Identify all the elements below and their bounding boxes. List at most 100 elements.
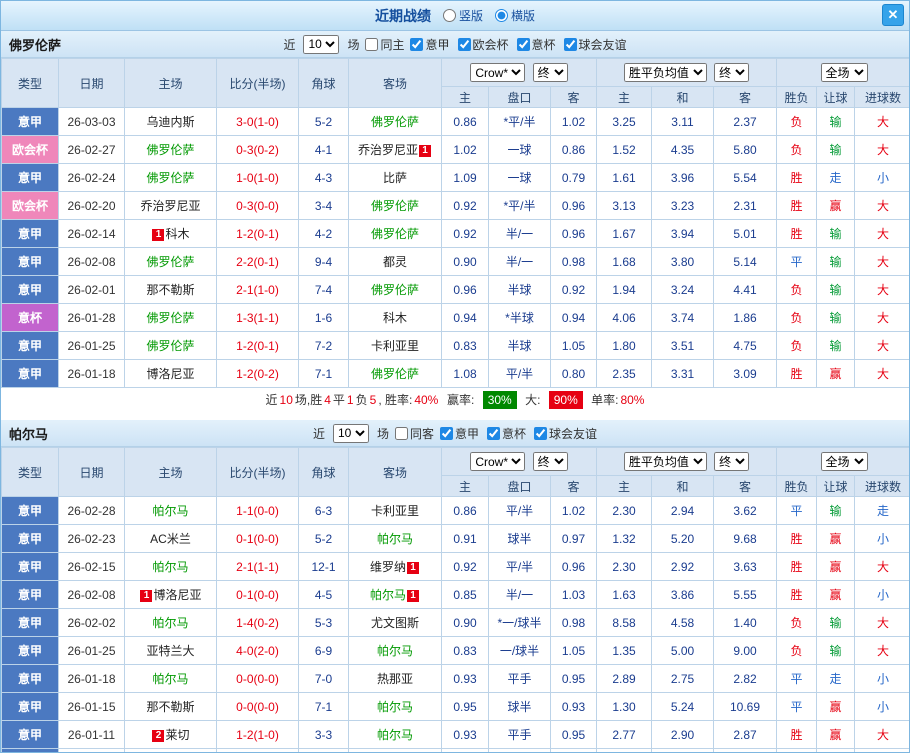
league-filter-checkbox[interactable] bbox=[517, 38, 530, 51]
away-team-cell: 热那亚 bbox=[349, 665, 442, 693]
league-filter[interactable]: 球会友谊 bbox=[564, 36, 627, 53]
layout-radio-vertical[interactable]: 竖版 bbox=[443, 7, 483, 24]
handicap-odds-controls: Crow* 终 bbox=[442, 448, 597, 476]
league-filter-checkbox[interactable] bbox=[487, 427, 500, 440]
goals-verdict: 大 bbox=[855, 248, 910, 276]
summary-segment: 10 bbox=[280, 393, 293, 407]
away-team-cell: 比萨 bbox=[349, 164, 442, 192]
away-team-cell: 佛罗伦萨 bbox=[349, 108, 442, 136]
team-label: 比萨 bbox=[383, 171, 407, 185]
match-date: 26-02-08 bbox=[59, 248, 125, 276]
recent-label: 近 bbox=[313, 425, 325, 442]
bookmaker-select[interactable]: Crow* bbox=[470, 63, 525, 82]
handicap-final-select[interactable]: 终 bbox=[533, 452, 568, 471]
score-cell: 0-3(0-0) bbox=[217, 192, 299, 220]
recent-count-select[interactable]: 10 bbox=[333, 424, 369, 443]
league-filter-checkbox[interactable] bbox=[458, 38, 471, 51]
sub-col-ah-home: 主 bbox=[442, 87, 489, 108]
europe-odds-select[interactable]: 胜平负均值 bbox=[624, 63, 707, 82]
europe-final-select[interactable]: 终 bbox=[714, 452, 749, 471]
sub-col-handicap-result: 让球 bbox=[817, 87, 855, 108]
league-filter-checkbox[interactable] bbox=[410, 38, 423, 51]
corners-cell: 12-1 bbox=[299, 553, 349, 581]
league-filter[interactable]: 意甲 bbox=[440, 425, 479, 442]
league-filter[interactable]: 球会友谊 bbox=[534, 425, 597, 442]
corners-cell: 7-2 bbox=[299, 332, 349, 360]
corners-cell: 7-0 bbox=[299, 665, 349, 693]
recent-count-select[interactable]: 10 bbox=[303, 35, 339, 54]
same-venue-label: 同客 bbox=[410, 425, 434, 442]
score-cell: 1-3(1-1) bbox=[217, 304, 299, 332]
ah-handicap: 半球 bbox=[489, 276, 551, 304]
home-team-cell: 帕尔马 bbox=[125, 749, 217, 753]
scope-controls: 全场 bbox=[777, 59, 910, 87]
team-name: 佛罗伦萨 bbox=[9, 35, 61, 54]
home-team-cell: 佛罗伦萨 bbox=[125, 136, 217, 164]
eu-away-odds: 4.75 bbox=[714, 332, 777, 360]
ah-away-odds: 1.05 bbox=[551, 637, 597, 665]
league-badge: 意甲 bbox=[2, 332, 59, 360]
same-venue-filter[interactable]: 同主 bbox=[365, 36, 404, 53]
eu-draw-odds: 3.51 bbox=[652, 332, 714, 360]
league-filter[interactable]: 意甲 bbox=[410, 36, 449, 53]
eu-home-odds: 1.35 bbox=[597, 637, 652, 665]
ah-away-odds: 0.86 bbox=[551, 136, 597, 164]
league-filter[interactable]: 欧会杯 bbox=[458, 36, 509, 53]
eu-home-odds: 2.77 bbox=[597, 721, 652, 749]
league-filter-checkbox[interactable] bbox=[534, 427, 547, 440]
result-verdict: 平 bbox=[777, 248, 817, 276]
close-button[interactable]: ✕ bbox=[882, 4, 904, 26]
corners-cell: 4-1 bbox=[299, 136, 349, 164]
eu-away-odds: 5.55 bbox=[714, 581, 777, 609]
match-row: 意甲26-01-18博洛尼亚1-2(0-2)7-1佛罗伦萨1.08平/半0.80… bbox=[2, 360, 910, 388]
eu-draw-odds: 5.20 bbox=[652, 525, 714, 553]
match-row: 意甲26-02-15帕尔马2-1(1-1)12-1维罗纳10.92平/半0.96… bbox=[2, 553, 910, 581]
layout-radio-horizontal[interactable]: 横版 bbox=[495, 7, 535, 24]
corners-cell: 6-3 bbox=[299, 497, 349, 525]
same-venue-checkbox[interactable] bbox=[395, 427, 408, 440]
close-icon: ✕ bbox=[888, 7, 899, 23]
same-venue-filter[interactable]: 同客 bbox=[395, 425, 434, 442]
red-card-badge: 1 bbox=[140, 590, 152, 602]
bookmaker-select[interactable]: Crow* bbox=[470, 452, 525, 471]
sub-col-eu-home: 主 bbox=[597, 476, 652, 497]
league-filter[interactable]: 意杯 bbox=[487, 425, 526, 442]
europe-final-select[interactable]: 终 bbox=[714, 63, 749, 82]
goals-verdict: 大 bbox=[855, 332, 910, 360]
team-label: 热那亚 bbox=[377, 672, 413, 686]
eu-away-odds: 1.34 bbox=[714, 749, 777, 753]
filter-bar: 近 10 场 同客 意甲意杯球会友谊 bbox=[313, 424, 597, 443]
eu-away-odds: 5.01 bbox=[714, 220, 777, 248]
sub-col-result: 胜负 bbox=[777, 476, 817, 497]
home-team-cell: 帕尔马 bbox=[125, 497, 217, 525]
match-row: 意甲26-01-18帕尔马0-0(0-0)7-0热那亚0.93平手0.952.8… bbox=[2, 665, 910, 693]
scope-select[interactable]: 全场 bbox=[821, 63, 868, 82]
same-venue-checkbox[interactable] bbox=[365, 38, 378, 51]
team-label: 佛罗伦萨 bbox=[371, 115, 419, 129]
match-date: 26-03-03 bbox=[59, 108, 125, 136]
result-verdict: 胜 bbox=[777, 360, 817, 388]
league-badge: 意甲 bbox=[2, 693, 59, 721]
europe-odds-select[interactable]: 胜平负均值 bbox=[624, 452, 707, 471]
score-cell: 0-1(0-0) bbox=[217, 525, 299, 553]
match-date: 26-02-01 bbox=[59, 276, 125, 304]
scope-select[interactable]: 全场 bbox=[821, 452, 868, 471]
result-verdict: 胜 bbox=[777, 553, 817, 581]
layout-horizontal-radio-input[interactable] bbox=[495, 9, 508, 22]
handicap-final-select[interactable]: 终 bbox=[533, 63, 568, 82]
handicap-verdict: 赢 bbox=[817, 553, 855, 581]
league-filter-checkbox[interactable] bbox=[440, 427, 453, 440]
goals-verdict: 小 bbox=[855, 693, 910, 721]
match-row: 意甲26-01-25亚特兰大4-0(2-0)6-9帕尔马0.83一/球半1.05… bbox=[2, 637, 910, 665]
corners-cell: 7-4 bbox=[299, 276, 349, 304]
sub-col-eu-draw: 和 bbox=[652, 476, 714, 497]
home-team-cell: 佛罗伦萨 bbox=[125, 248, 217, 276]
goals-verdict: 大 bbox=[855, 108, 910, 136]
team-label: 佛罗伦萨 bbox=[146, 311, 194, 325]
layout-vertical-radio-input[interactable] bbox=[443, 9, 456, 22]
league-filter-checkbox[interactable] bbox=[564, 38, 577, 51]
score-cell: 3-0(1-0) bbox=[217, 108, 299, 136]
match-date: 26-02-08 bbox=[59, 581, 125, 609]
league-badge: 意甲 bbox=[2, 108, 59, 136]
league-filter[interactable]: 意杯 bbox=[517, 36, 556, 53]
